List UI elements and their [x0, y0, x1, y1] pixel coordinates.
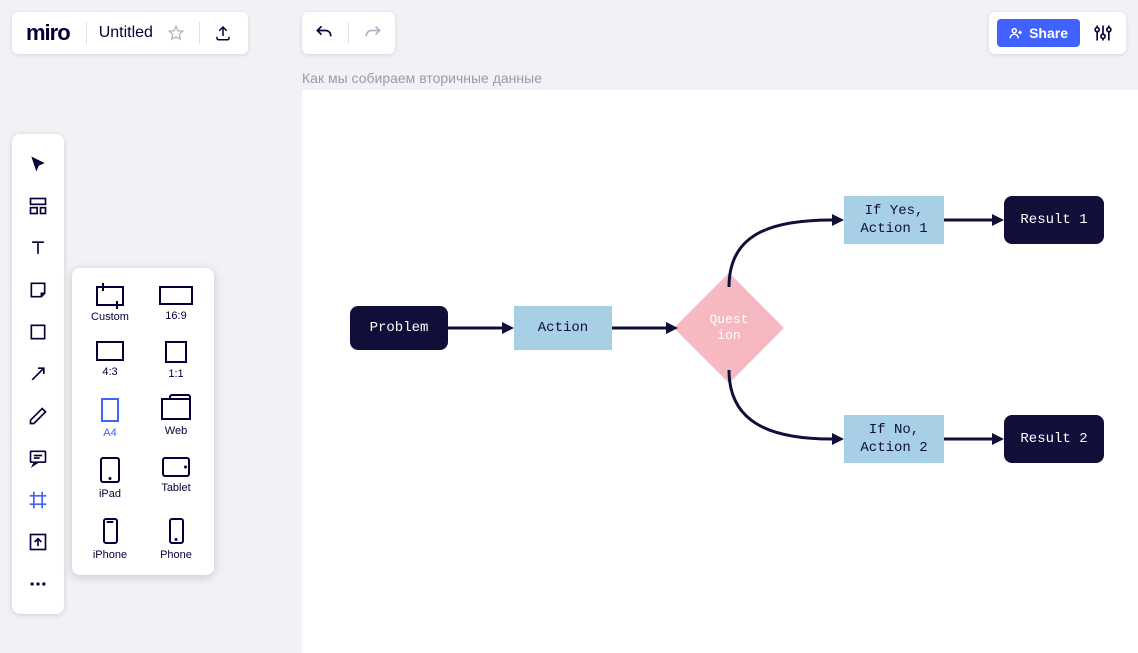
settings-icon[interactable] [1088, 18, 1118, 48]
frame-option-a4[interactable]: A4 [82, 398, 138, 439]
node-action[interactable]: Action [514, 306, 612, 350]
arrow-no-r2[interactable] [944, 429, 1004, 449]
share-button[interactable]: Share [997, 19, 1080, 47]
node-result-1[interactable]: Result 1 [1004, 196, 1104, 244]
top-right-controls: Share [989, 12, 1126, 54]
shape-tool[interactable] [18, 312, 58, 352]
frame-tool[interactable] [18, 480, 58, 520]
undo-button[interactable] [306, 15, 342, 51]
node-problem[interactable]: Problem [350, 306, 448, 350]
node-question[interactable]: Quest ion [690, 289, 768, 367]
history-bar [302, 12, 395, 54]
connection-tool[interactable] [18, 354, 58, 394]
frame-option-custom[interactable]: Custom [82, 286, 138, 323]
divider [348, 22, 349, 44]
frame-size-panel: Custom 16:9 4:3 1:1 A4 Web iPad Tablet i… [72, 268, 214, 575]
frame-option-web[interactable]: Web [148, 398, 204, 439]
upload-tool[interactable] [18, 522, 58, 562]
arrow-yes-r1[interactable] [944, 210, 1004, 230]
frame-option-tablet[interactable]: Tablet [148, 457, 204, 500]
share-label: Share [1029, 25, 1068, 41]
arrow-question-yes[interactable] [729, 205, 849, 295]
main-toolbar [12, 134, 64, 614]
canvas-frame[interactable]: Problem Action Quest ion If Yes, Action … [302, 90, 1138, 653]
select-tool[interactable] [18, 144, 58, 184]
board-bar: miro Untitled [12, 12, 248, 54]
frame-option-iphone[interactable]: iPhone [82, 518, 138, 561]
node-yes[interactable]: If Yes, Action 1 [844, 196, 944, 244]
node-result-2[interactable]: Result 2 [1004, 415, 1104, 463]
pen-tool[interactable] [18, 396, 58, 436]
frame-option-phone[interactable]: Phone [148, 518, 204, 561]
export-icon[interactable] [206, 16, 240, 50]
frame-option-ipad[interactable]: iPad [82, 457, 138, 500]
arrow-action-question[interactable] [612, 318, 678, 338]
templates-tool[interactable] [18, 186, 58, 226]
sticky-note-tool[interactable] [18, 270, 58, 310]
frame-option-16-9[interactable]: 16:9 [148, 286, 204, 323]
comment-tool[interactable] [18, 438, 58, 478]
frame-option-1-1[interactable]: 1:1 [148, 341, 204, 380]
board-title[interactable]: Untitled [93, 24, 159, 42]
text-tool[interactable] [18, 228, 58, 268]
node-no[interactable]: If No, Action 2 [844, 415, 944, 463]
miro-logo[interactable]: miro [20, 20, 80, 46]
arrow-problem-action[interactable] [448, 318, 514, 338]
arrow-question-no[interactable] [729, 362, 849, 452]
frame-title[interactable]: Как мы собираем вторичные данные [302, 70, 542, 86]
frame-option-4-3[interactable]: 4:3 [82, 341, 138, 380]
star-icon[interactable] [159, 16, 193, 50]
divider [199, 22, 200, 44]
divider [86, 22, 87, 44]
redo-button[interactable] [355, 15, 391, 51]
more-tools[interactable] [18, 564, 58, 604]
